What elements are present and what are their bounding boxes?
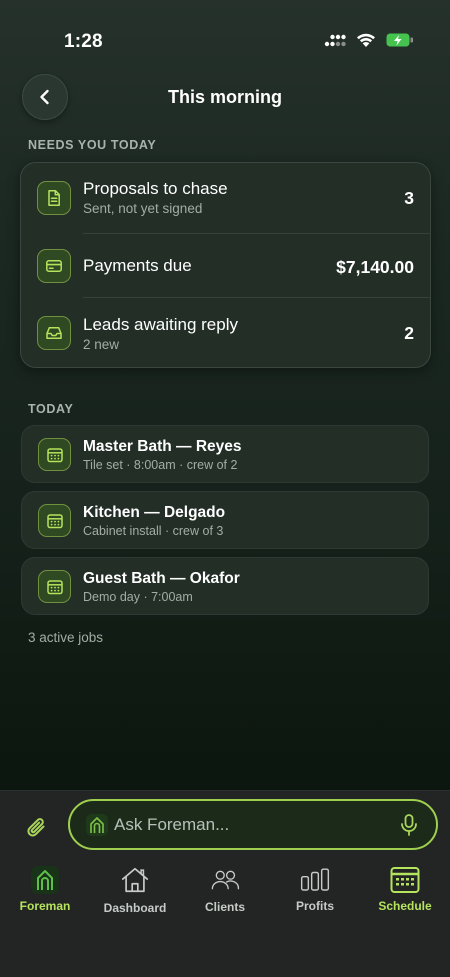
tab-foreman[interactable]: Foreman — [0, 863, 90, 919]
tab-label: Foreman — [19, 899, 71, 913]
job-title: Kitchen — Delgado — [83, 504, 226, 521]
needs-row-proposals[interactable]: Proposals to chase Sent, not yet signed … — [21, 163, 430, 233]
job-title: Master Bath — Reyes — [83, 438, 242, 455]
paperclip-icon — [27, 818, 45, 837]
job-subtitle: Cabinet install · crew of 3 — [83, 524, 224, 538]
tab-schedule[interactable]: Schedule — [360, 863, 450, 919]
job-subtitle: Tile set · 8:00am · crew of 2 — [83, 458, 238, 472]
ask-foreman-input[interactable] — [114, 809, 384, 841]
battery-charging-icon — [386, 33, 413, 47]
tab-label: Clients — [204, 900, 245, 914]
needs-section-label: NEEDS YOU TODAY — [28, 138, 157, 152]
people-icon — [210, 865, 240, 895]
needs-row-title: Proposals to chase — [83, 179, 228, 198]
needs-row-count: 3 — [404, 188, 414, 208]
tab-label: Schedule — [378, 899, 432, 913]
inbox-icon — [37, 316, 71, 350]
today-section-label: TODAY — [28, 402, 74, 416]
needs-row-count: 2 — [404, 323, 414, 343]
job-card[interactable]: Kitchen — Delgado Cabinet install · crew… — [21, 491, 429, 549]
wifi-icon — [357, 33, 375, 47]
status-time: 1:28 — [64, 31, 103, 52]
credit-card-icon — [37, 249, 71, 283]
job-subtitle: Demo day · 7:00am — [83, 590, 193, 604]
job-title: Guest Bath — Okafor — [83, 570, 240, 587]
calendar-icon — [38, 438, 71, 471]
page-title: This morning — [168, 87, 282, 107]
job-card[interactable]: Master Bath — Reyes Tile set · 8:00am · … — [21, 425, 429, 483]
status-icons — [324, 32, 414, 48]
signal-icon — [324, 34, 346, 47]
microphone-icon — [401, 814, 417, 836]
tab-profits[interactable]: Profits — [270, 863, 360, 919]
job-card[interactable]: Guest Bath — Okafor Demo day · 7:00am — [21, 557, 429, 615]
needs-row-subtitle: 2 new — [83, 337, 120, 352]
needs-row-title: Payments due — [83, 256, 192, 275]
needs-row-title: Leads awaiting reply — [83, 315, 238, 334]
status-bar: 1:28 — [0, 0, 450, 80]
screen: 1:28 This morning NEEDS YOU TODAY Propos… — [0, 0, 450, 977]
tab-bar: Foreman Dashboard Clients Profits Schedu… — [0, 863, 450, 923]
needs-card: Proposals to chase Sent, not yet signed … — [20, 162, 431, 368]
bottom-area: Foreman Dashboard — [0, 790, 450, 977]
calendar-icon — [390, 865, 420, 895]
foreman-logo-icon — [86, 814, 108, 836]
needs-row-subtitle: Sent, not yet signed — [83, 201, 203, 216]
calendar-icon — [38, 504, 71, 537]
bar-chart-icon — [300, 865, 330, 895]
needs-row-amount: $7,140.00 — [336, 257, 414, 277]
attach-button[interactable] — [22, 813, 52, 843]
ask-foreman-field[interactable] — [68, 799, 438, 850]
active-jobs-count: 3 active jobs — [28, 630, 104, 645]
needs-row-leads[interactable]: Leads awaiting reply 2 new 2 — [21, 298, 430, 367]
tab-dashboard[interactable]: Dashboard — [90, 863, 180, 919]
tab-label: Profits — [295, 899, 334, 913]
tab-clients[interactable]: Clients — [180, 863, 270, 919]
calendar-icon — [38, 570, 71, 603]
foreman-logo-icon — [30, 865, 60, 895]
mic-button[interactable] — [396, 812, 422, 838]
document-icon — [37, 181, 71, 215]
needs-row-payments[interactable]: Payments due $7,140.00 — [21, 234, 430, 297]
house-icon — [120, 865, 150, 895]
tab-label: Dashboard — [103, 901, 167, 915]
